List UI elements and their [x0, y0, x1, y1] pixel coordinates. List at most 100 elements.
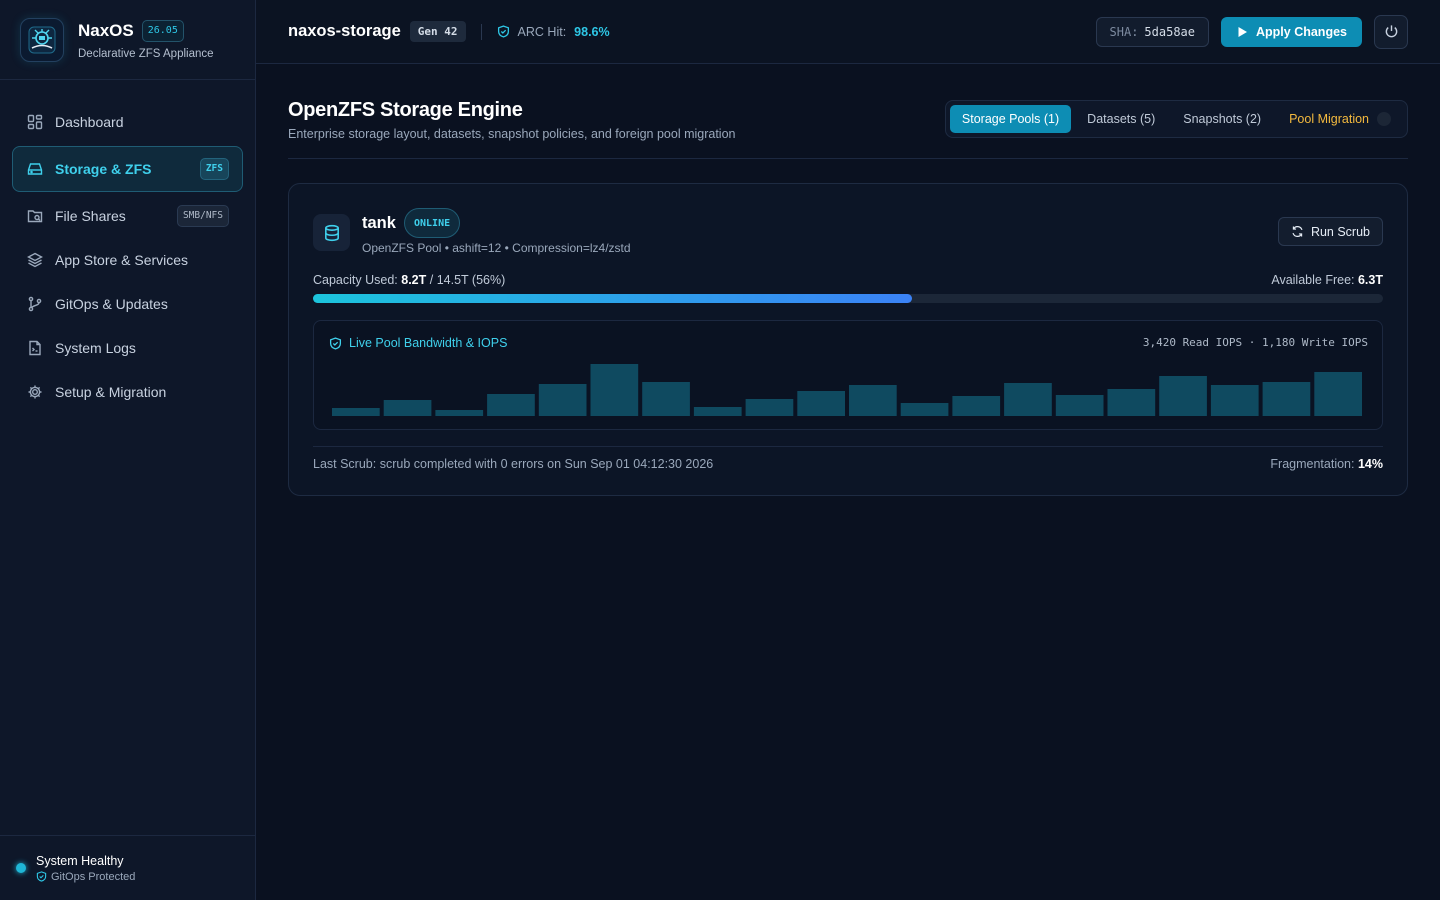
divider	[480, 23, 482, 40]
last-scrub-status: Last Scrub: scrub completed with 0 error…	[313, 457, 714, 471]
sha-label: SHA:	[1109, 24, 1139, 39]
gear-icon	[26, 384, 43, 401]
shield-check-icon	[329, 336, 342, 350]
power-button[interactable]	[1374, 14, 1408, 49]
sha-value: 5da58ae	[1144, 24, 1195, 39]
bandwidth-bar	[900, 403, 949, 416]
sidebar-item-setup-migration[interactable]: Setup & Migration	[12, 370, 243, 414]
apply-changes-label: Apply Changes	[1256, 24, 1347, 39]
sidebar-item-label: App Store & Services	[55, 252, 189, 268]
run-scrub-label: Run Scrub	[1310, 224, 1370, 239]
bandwidth-bar	[590, 364, 639, 416]
bandwidth-bar	[1314, 372, 1362, 416]
bandwidth-bar	[332, 408, 380, 416]
naxos-logo-icon	[20, 17, 64, 62]
system-status: System Healthy GitOps Protected	[0, 835, 255, 900]
fragmentation: Fragmentation: 14%	[1270, 457, 1383, 471]
capacity-used: Capacity Used: 8.2T / 14.5T (56%)	[313, 273, 505, 287]
sidebar-item-app-store[interactable]: App Store & Services	[12, 238, 243, 282]
shield-check-icon	[497, 25, 509, 38]
bandwidth-bar	[383, 400, 432, 416]
apply-changes-button[interactable]: Apply Changes	[1221, 16, 1362, 47]
bandwidth-bar	[435, 410, 484, 416]
version-badge: 26.05	[141, 19, 184, 42]
arc-hit-label: ARC Hit:	[517, 24, 567, 39]
available-free-label: Available Free:	[1271, 273, 1355, 287]
available-free-value: 6.3T	[1357, 273, 1383, 287]
folder-share-icon	[26, 208, 43, 225]
sidebar-item-dashboard[interactable]: Dashboard	[12, 100, 243, 144]
bandwidth-panel: Live Pool Bandwidth & IOPS 3,420 Read IO…	[313, 320, 1383, 430]
tab-pool-migration[interactable]: Pool Migration	[1277, 105, 1403, 133]
bandwidth-bar	[693, 407, 742, 416]
pool-card: tank ONLINE OpenZFS Pool • ashift=12 • C…	[288, 183, 1408, 496]
bandwidth-chart	[332, 364, 1362, 416]
play-icon	[1238, 26, 1247, 37]
layers-icon	[26, 252, 43, 269]
brand-name: NaxOS	[78, 20, 134, 40]
log-file-icon	[26, 340, 43, 357]
pool-name: tank	[362, 214, 396, 232]
bandwidth-bar	[642, 382, 690, 416]
nav-tag-badge: SMB/NFS	[176, 205, 229, 227]
tab-storage-pools[interactable]: Storage Pools (1)	[949, 105, 1072, 133]
gitops-status-label: GitOps Protected	[51, 870, 136, 883]
available-free: Available Free: 6.3T	[1271, 273, 1383, 287]
sidebar: NaxOS 26.05 Declarative ZFS Appliance Da…	[0, 0, 256, 900]
database-icon	[313, 214, 350, 251]
status-dot-icon	[16, 863, 26, 873]
pool-status-badge: ONLINE	[404, 208, 461, 238]
dashboard-icon	[26, 114, 43, 131]
top-bar: naxos-storage Gen 42 ARC Hit: 98.6% SHA:…	[256, 0, 1440, 64]
tab-snapshots[interactable]: Snapshots (2)	[1171, 105, 1273, 133]
sidebar-item-system-logs[interactable]: System Logs	[12, 326, 243, 370]
capacity-progress-fill	[313, 294, 913, 303]
tab-pool-migration-label: Pool Migration	[1289, 112, 1369, 126]
sidebar-item-label: Dashboard	[55, 114, 124, 130]
bandwidth-title-label: Live Pool Bandwidth & IOPS	[349, 336, 508, 350]
bandwidth-bar	[1004, 383, 1052, 416]
sha-badge: SHA: 5da58ae	[1095, 16, 1209, 47]
page-header: OpenZFS Storage Engine Enterprise storag…	[288, 64, 1408, 159]
sidebar-item-label: Setup & Migration	[55, 384, 167, 400]
page-subtitle: Enterprise storage layout, datasets, sna…	[288, 127, 736, 141]
sidebar-item-label: System Logs	[55, 340, 136, 356]
git-branch-icon	[26, 296, 43, 313]
sidebar-nav: Dashboard Storage & ZFS ZFS File Shares …	[0, 80, 255, 414]
page-title: OpenZFS Storage Engine	[288, 99, 523, 121]
bandwidth-bar	[1159, 376, 1207, 416]
main-content: OpenZFS Storage Engine Enterprise storag…	[288, 64, 1408, 496]
bandwidth-bar	[952, 396, 1001, 416]
sidebar-item-storage[interactable]: Storage & ZFS ZFS	[12, 146, 243, 192]
bandwidth-bar	[1055, 395, 1104, 416]
power-icon	[1385, 25, 1397, 38]
bandwidth-bar	[797, 391, 845, 416]
sidebar-item-label: File Shares	[55, 208, 126, 224]
system-status-label: System Healthy	[36, 853, 124, 868]
bandwidth-bar	[745, 399, 794, 416]
bandwidth-title: Live Pool Bandwidth & IOPS	[329, 336, 507, 350]
capacity-total: / 14.5T (56%)	[429, 273, 506, 287]
storage-tabs: Storage Pools (1) Datasets (5) Snapshots…	[944, 100, 1408, 138]
sidebar-item-gitops[interactable]: GitOps & Updates	[12, 282, 243, 326]
tab-datasets[interactable]: Datasets (5)	[1075, 105, 1167, 133]
arc-hit-value: 98.6%	[574, 24, 610, 39]
migration-indicator-icon	[1377, 112, 1391, 126]
nav-tag-badge: ZFS	[199, 158, 229, 180]
generation-badge: Gen 42	[409, 21, 466, 42]
brand-subtitle: Declarative ZFS Appliance	[78, 47, 214, 60]
bandwidth-bar	[1107, 389, 1156, 416]
shield-icon	[36, 871, 47, 882]
sidebar-item-label: Storage & ZFS	[55, 161, 152, 177]
hard-drive-icon	[26, 161, 43, 178]
refresh-icon	[1292, 225, 1303, 238]
sidebar-item-file-shares[interactable]: File Shares SMB/NFS	[12, 194, 243, 238]
brand-header: NaxOS 26.05 Declarative ZFS Appliance	[0, 0, 255, 80]
iops-readout: 3,420 Read IOPS · 1,180 Write IOPS	[1142, 336, 1368, 349]
run-scrub-button[interactable]: Run Scrub	[1277, 217, 1383, 246]
bandwidth-bar	[1262, 382, 1311, 416]
hostname: naxos-storage	[288, 22, 401, 40]
capacity-used-value: 8.2T	[401, 273, 427, 287]
fragmentation-label: Fragmentation:	[1270, 457, 1355, 471]
bandwidth-bar	[538, 384, 587, 416]
